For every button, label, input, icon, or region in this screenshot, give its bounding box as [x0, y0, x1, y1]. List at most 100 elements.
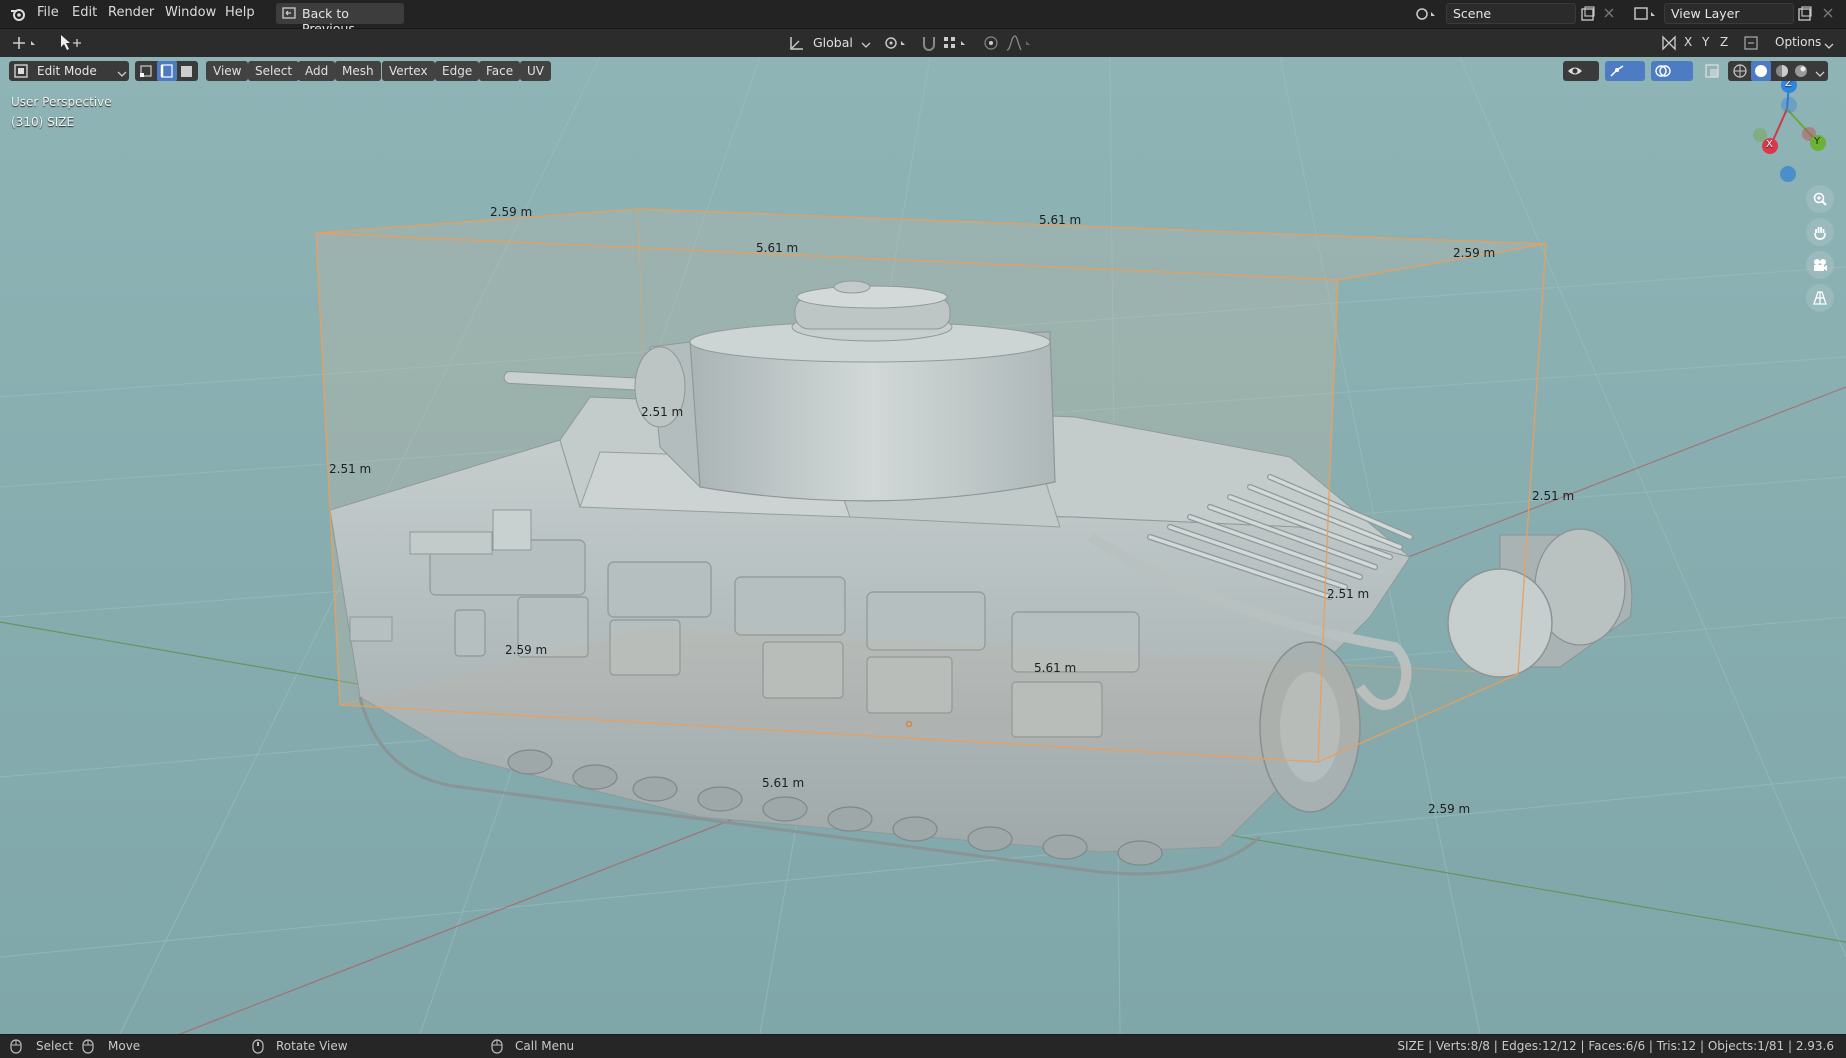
auto-merge-icon[interactable]: [1742, 34, 1760, 52]
uv-menu[interactable]: UV: [520, 61, 551, 81]
transform-orientation-icon: [788, 34, 806, 52]
gizmo-y-label: Y: [1814, 136, 1821, 147]
solid-shading-icon[interactable]: [1751, 61, 1771, 81]
wireframe-shading-icon[interactable]: [1732, 63, 1748, 83]
select-menu[interactable]: Select: [248, 61, 300, 81]
dimension-label: 5.61 m: [762, 776, 804, 790]
dimension-label: 5.61 m: [1034, 661, 1076, 675]
view-menu[interactable]: View: [206, 61, 249, 81]
menu-file[interactable]: File: [37, 5, 59, 20]
gizmo-toggle[interactable]: [1605, 61, 1645, 81]
status-bar: Select Move Rotate View Call Menu SIZE |…: [0, 1034, 1846, 1058]
snap-toggle-icon[interactable]: [920, 34, 938, 52]
object-info-label: (310) SIZE: [11, 115, 75, 129]
new-view-layer-icon[interactable]: [1797, 6, 1813, 22]
face-select-icon[interactable]: [178, 63, 196, 79]
pivot-point-icon[interactable]: [882, 34, 910, 52]
mode-chevron-icon: [117, 67, 127, 81]
mirror-x-toggle[interactable]: X: [1684, 35, 1692, 49]
3d-viewport[interactable]: 2.59 m 5.61 m 5.61 m 2.59 m 2.51 m 2.51 …: [0, 57, 1846, 1034]
dimension-label: 2.51 m: [1532, 489, 1574, 503]
dimension-label: 2.59 m: [490, 205, 532, 219]
menu-window[interactable]: Window: [165, 5, 216, 20]
mouse-right-icon: [491, 1039, 503, 1057]
edit-mode-icon: [14, 64, 30, 81]
new-scene-icon[interactable]: [1580, 6, 1596, 22]
camera-icon: [1812, 257, 1828, 277]
dimension-label: 2.59 m: [1453, 246, 1495, 260]
rendered-shading-icon[interactable]: [1793, 63, 1809, 83]
eye-icon: [1567, 64, 1583, 82]
select-tool-icon[interactable]: [58, 33, 82, 53]
visibility-dropdown[interactable]: [1563, 61, 1599, 81]
view-layer-icon[interactable]: [1632, 5, 1658, 23]
perspective-label: User Perspective: [11, 95, 112, 109]
face-menu[interactable]: Face: [479, 61, 521, 81]
viewport-header: Edit Mode View Select Add Mesh Vertex Ed…: [0, 57, 1846, 84]
falloff-icon[interactable]: [1005, 34, 1035, 52]
view-layer-field[interactable]: View Layer: [1664, 3, 1794, 24]
close-scene-icon[interactable]: [1603, 7, 1615, 19]
status-stats: SIZE | Verts:8/8 | Edges:12/12 | Faces:6…: [1397, 1039, 1834, 1053]
ortho-toggle-button[interactable]: [1806, 284, 1834, 312]
zoom-button[interactable]: [1806, 185, 1834, 213]
dimension-label: 5.61 m: [1039, 213, 1081, 227]
shading-group: [1728, 61, 1828, 81]
status-rotate: Rotate View: [276, 1039, 348, 1053]
mouse-left-icon: [10, 1039, 22, 1057]
grid-icon: [1812, 290, 1828, 310]
overlays-toggle[interactable]: [1651, 61, 1693, 81]
dimension-label: 2.51 m: [1327, 587, 1369, 601]
top-bar: File Edit Render Window Help Back to Pre…: [0, 0, 1846, 36]
xray-toggle-icon[interactable]: [1704, 63, 1722, 79]
status-select: Select: [36, 1039, 74, 1053]
chevron-down-icon: [861, 38, 871, 48]
proportional-edit-icon[interactable]: [982, 34, 1000, 52]
blender-logo-icon[interactable]: [9, 5, 27, 23]
vertex-select-icon[interactable]: [138, 63, 156, 79]
dimension-label: 2.51 m: [641, 405, 683, 419]
mouse-drag-icon: [82, 1039, 98, 1057]
mirror-z-toggle[interactable]: Z: [1720, 35, 1728, 49]
status-call-menu: Call Menu: [515, 1039, 575, 1053]
mode-label: Edit Mode: [37, 64, 97, 78]
view-layer-label: View Layer: [1671, 6, 1740, 21]
vertex-menu[interactable]: Vertex: [382, 61, 435, 81]
editor-type-icon[interactable]: [10, 34, 40, 52]
pan-button[interactable]: [1806, 218, 1834, 246]
zoom-icon: [1812, 191, 1828, 211]
mode-dropdown[interactable]: Edit Mode: [9, 61, 129, 81]
scene-icon[interactable]: [1414, 5, 1438, 23]
back-icon: [282, 6, 296, 20]
status-move: Move: [108, 1039, 141, 1053]
close-view-layer-icon[interactable]: [1822, 7, 1834, 19]
scene-field[interactable]: Scene: [1446, 3, 1576, 24]
gizmo-icon: [1609, 64, 1625, 82]
add-menu[interactable]: Add: [298, 61, 336, 81]
viewport-scene: 2.59 m 5.61 m 5.61 m 2.59 m 2.51 m 2.51 …: [0, 57, 1846, 1034]
mirror-icon[interactable]: [1660, 34, 1678, 52]
select-mode-group: [135, 61, 198, 81]
material-shading-icon[interactable]: [1774, 63, 1790, 83]
scene-label: Scene: [1453, 6, 1492, 21]
snap-target-icon[interactable]: [942, 34, 970, 52]
mesh-menu[interactable]: Mesh: [335, 61, 381, 81]
mirror-y-toggle[interactable]: Y: [1702, 35, 1709, 49]
dimension-label: 2.51 m: [329, 462, 371, 476]
options-dropdown[interactable]: Options: [1775, 35, 1821, 49]
menu-render[interactable]: Render: [108, 5, 154, 20]
edge-menu[interactable]: Edge: [435, 61, 480, 81]
options-chevron-icon: [1824, 39, 1834, 49]
camera-view-button[interactable]: [1806, 251, 1834, 279]
dimension-label: 5.61 m: [756, 241, 798, 255]
transform-orientation-dropdown[interactable]: Global: [813, 35, 853, 50]
shading-options-icon[interactable]: [1815, 67, 1825, 82]
back-to-previous-button[interactable]: Back to Previous: [276, 3, 404, 36]
menu-edit[interactable]: Edit: [72, 5, 97, 20]
gizmo-x-label: X: [1766, 139, 1773, 150]
dimension-label: 2.59 m: [505, 643, 547, 657]
dimension-label: 2.59 m: [1428, 802, 1470, 816]
menu-help[interactable]: Help: [225, 5, 255, 20]
mouse-middle-icon: [252, 1039, 264, 1057]
edge-select-icon[interactable]: [157, 61, 177, 81]
